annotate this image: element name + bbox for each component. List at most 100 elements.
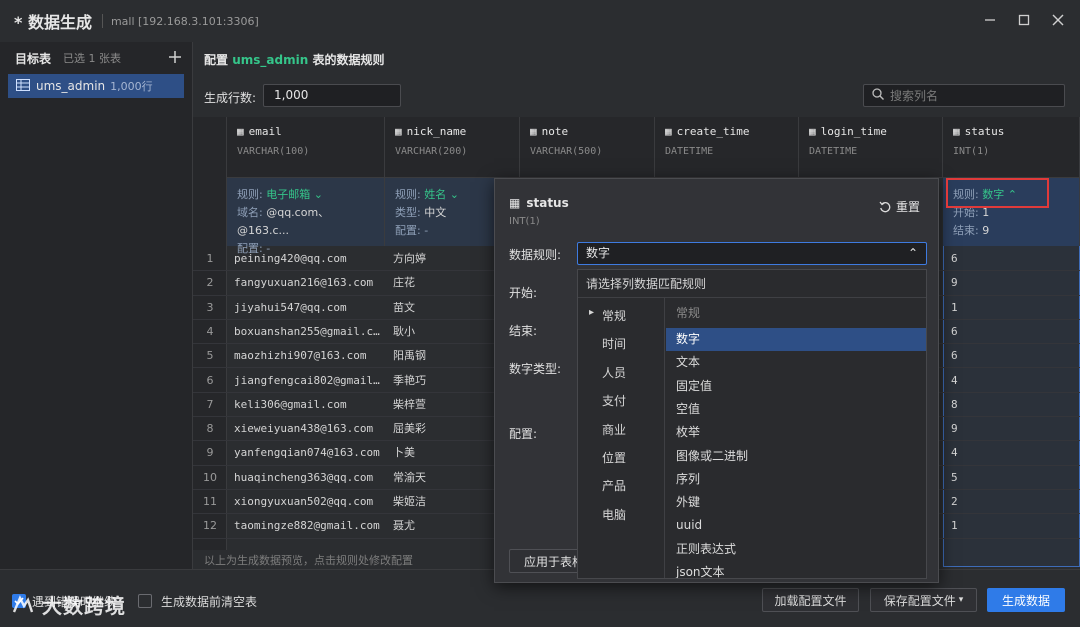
rule-option[interactable]: 文本: [666, 351, 926, 374]
column-name: create_time: [676, 125, 750, 138]
clear-before-checkbox[interactable]: [138, 594, 152, 608]
save-config-button[interactable]: 保存配置文件 ▾: [870, 588, 977, 612]
cell-status[interactable]: 4: [951, 441, 1071, 465]
column-icon: ▦: [237, 125, 244, 138]
column-icon: ▦: [530, 125, 537, 138]
cell-email[interactable]: jiangfengcai802@gmail...: [234, 369, 382, 393]
column-header-email[interactable]: ▦ email VARCHAR(100): [227, 117, 385, 178]
generate-data-button[interactable]: 生成数据: [987, 588, 1065, 612]
cell-email[interactable]: jiyahui547@qq.com: [234, 296, 382, 320]
column-type: VARCHAR(500): [530, 146, 603, 157]
rule-category-item[interactable]: 支付: [602, 392, 626, 409]
target-table-title: 目标表: [15, 51, 52, 66]
save-config-label: 保存配置文件: [883, 593, 956, 608]
data-rule-value: 数字: [586, 246, 611, 260]
add-table-icon[interactable]: [168, 50, 182, 67]
clear-before-label: 生成数据前清空表: [161, 595, 258, 609]
cell-status[interactable]: 2: [951, 490, 1071, 514]
column-header-login-time[interactable]: ▦ login_time DATETIME: [799, 117, 943, 178]
rule-cell-email[interactable]: 规则: 电子邮箱 ⌄ 域名: @qq.com、 @163.c... 配置: -: [227, 178, 385, 255]
cell-status[interactable]: 6: [951, 247, 1071, 271]
column-header-status[interactable]: ▦ status INT(1): [943, 117, 1080, 178]
config-title-suffix: 表的数据规则: [312, 53, 385, 67]
column-type: VARCHAR(200): [395, 146, 468, 157]
rule-category-item[interactable]: 商业: [602, 421, 626, 438]
row-index: 8: [206, 422, 214, 436]
cell-status[interactable]: 9: [951, 271, 1071, 295]
rows-input[interactable]: 1,000: [263, 84, 401, 107]
cell-email[interactable]: xiongyuxuan502@qq.com: [234, 490, 382, 514]
cell-email[interactable]: boxuanshan255@gmail.c...: [234, 320, 382, 344]
rule-category-item[interactable]: 电脑: [602, 506, 626, 523]
cell-status[interactable]: 1: [951, 296, 1071, 320]
caret-down-icon: ▾: [958, 595, 964, 605]
rule-option[interactable]: 固定值: [666, 375, 926, 398]
rule-option[interactable]: 外键: [666, 491, 926, 514]
cell-status[interactable]: 1: [951, 514, 1071, 538]
rule-category-item[interactable]: 人员: [602, 364, 626, 381]
load-config-button[interactable]: 加载配置文件: [762, 588, 859, 612]
cell-status[interactable]: 5: [951, 466, 1071, 490]
cell-status[interactable]: 8: [951, 393, 1071, 417]
rule-config-label: 结束:: [953, 224, 979, 237]
rule-param-label: 类型:: [395, 206, 421, 219]
rule-category-label: 位置: [602, 451, 627, 465]
cell-status[interactable]: 6: [951, 344, 1071, 368]
rule-category-label: 时间: [602, 337, 627, 352]
rule-option[interactable]: json文本: [666, 561, 926, 578]
cell-email[interactable]: fangyuxuan216@163.com: [234, 271, 382, 295]
table-item-ums-admin[interactable]: ums_admin 1,000行: [8, 74, 184, 98]
cell-email[interactable]: peining420@qq.com: [234, 247, 382, 271]
column-header-note[interactable]: ▦ note VARCHAR(500): [520, 117, 655, 178]
column-header-nick-name[interactable]: ▦ nick_name VARCHAR(200): [385, 117, 520, 178]
caret-right-icon: ▸: [589, 307, 595, 318]
reset-button[interactable]: 重置: [879, 198, 920, 215]
cell-status[interactable]: 9: [951, 417, 1071, 441]
column-header-create-time[interactable]: ▦ create_time DATETIME: [655, 117, 799, 178]
preview-note: 以上为生成数据预览，点击规则处修改配置: [204, 554, 413, 567]
maximize-icon[interactable]: [1012, 8, 1036, 32]
search-input[interactable]: 搜索列名: [863, 84, 1065, 107]
rule-category-item[interactable]: ▸ 常规: [589, 307, 627, 324]
row-index: 7: [206, 397, 214, 411]
rule-option[interactable]: 序列: [666, 468, 926, 491]
chevron-up-icon: ⌃: [907, 246, 918, 260]
column-type: DATETIME: [809, 146, 858, 157]
rule-dropdown: 请选择列数据匹配规则 ▸ 常规时间人员支付商业位置产品电脑 常规 数字 文本 固定值空…: [577, 269, 927, 579]
cell-email[interactable]: yanfengqian074@163.com: [234, 441, 382, 465]
cell-email[interactable]: xieweiyuan438@163.com: [234, 417, 382, 441]
popup-column-type: INT(1): [509, 216, 540, 227]
rule-category-item[interactable]: 时间: [602, 335, 626, 352]
row-index: 4: [206, 324, 214, 338]
rule-option[interactable]: 正则表达式: [666, 538, 926, 561]
data-rule-label: 数据规则:: [509, 248, 562, 262]
window-title: * 数据生成: [14, 13, 92, 32]
target-table-header: 目标表 已选 1 张表: [0, 42, 192, 74]
rule-option[interactable]: 图像或二进制: [666, 445, 926, 468]
minimize-icon[interactable]: [978, 8, 1002, 32]
cell-email[interactable]: taomingze882@gmail.com: [234, 514, 382, 538]
cell-status[interactable]: 4: [951, 369, 1071, 393]
cell-status[interactable]: 6: [951, 320, 1071, 344]
rule-category-label: 常规: [602, 309, 627, 323]
connection-label: mall [192.168.3.101:3306]: [110, 14, 259, 28]
cell-email[interactable]: maozhizhi907@163.com: [234, 344, 382, 368]
row-index: 6: [206, 373, 214, 387]
rule-category-label: 支付: [602, 394, 627, 409]
cell-email[interactable]: huaqincheng363@qq.com: [234, 466, 382, 490]
rule-option[interactable]: uuid: [666, 514, 926, 537]
data-rule-select[interactable]: 数字 ⌃: [577, 242, 927, 265]
group-title: 常规: [676, 306, 701, 320]
rule-option[interactable]: 空值: [666, 398, 926, 421]
dropdown-header: 请选择列数据匹配规则: [578, 270, 926, 298]
search-icon: [872, 88, 884, 103]
close-icon[interactable]: [1046, 8, 1070, 32]
rule-category-item[interactable]: 产品: [602, 477, 626, 494]
watermark: 大数跨境: [10, 590, 126, 619]
rule-category-item[interactable]: 位置: [602, 449, 626, 466]
rule-config-label: 配置:: [395, 224, 421, 237]
column-icon: ▦: [665, 125, 672, 138]
rule-option[interactable]: 数字: [666, 328, 926, 351]
rule-option[interactable]: 枚举: [666, 421, 926, 444]
cell-email[interactable]: keli306@gmail.com: [234, 393, 382, 417]
